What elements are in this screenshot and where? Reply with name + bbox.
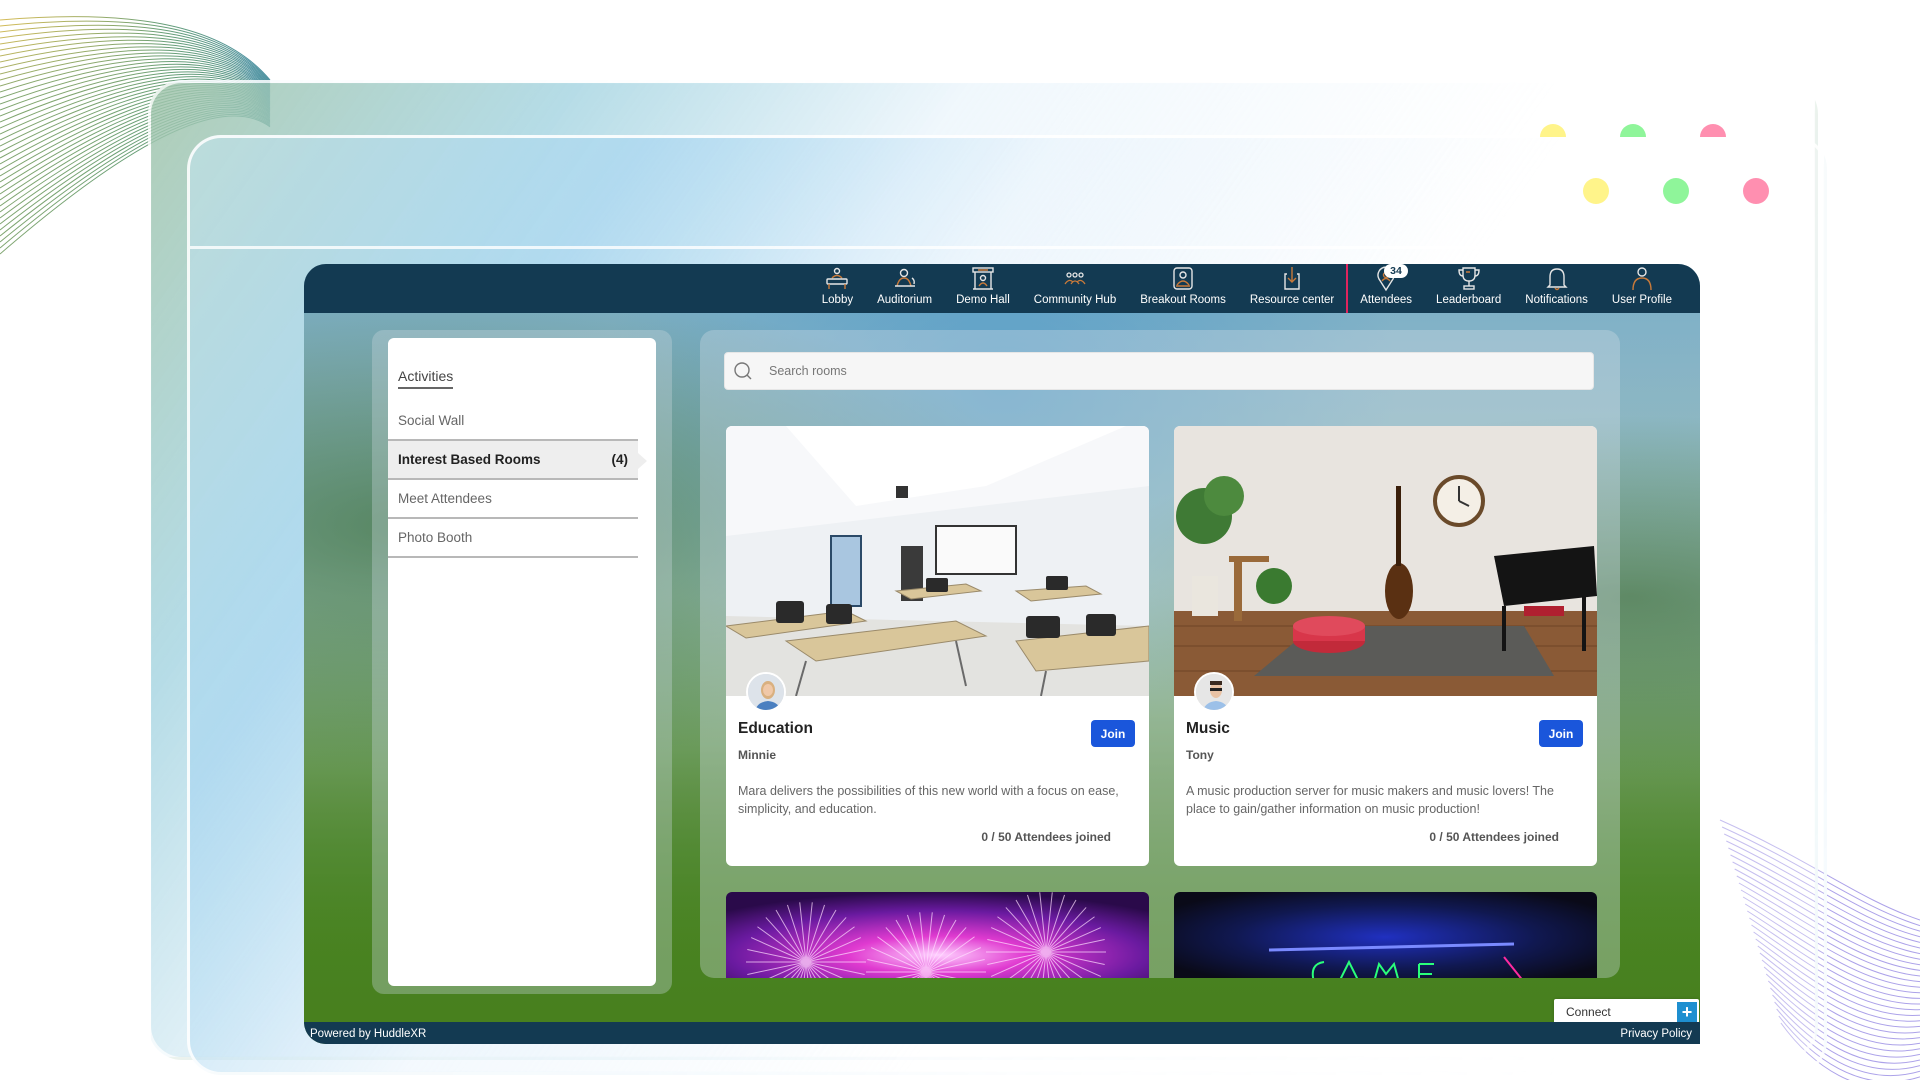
screenshot-stage: Lobby Auditorium Demo Hall Community Hub… — [0, 0, 1920, 1080]
powered-by-text: Powered by HuddleXR — [310, 1028, 427, 1040]
room-image-classroom — [726, 426, 1149, 696]
room-card-education[interactable]: Education Minnie Mara delivers the possi… — [726, 426, 1149, 866]
activities-sidebar: Activities Social Wall Interest Based Ro… — [388, 338, 656, 986]
sidebar-item-label: Social Wall — [398, 413, 465, 428]
nav-label: Lobby — [821, 294, 854, 306]
user-icon — [1632, 267, 1652, 291]
sidebar-item-label: Meet Attendees — [398, 491, 492, 506]
dot-pink — [1743, 178, 1769, 204]
join-button[interactable]: Join — [1091, 720, 1135, 747]
nav-item-community-hub[interactable]: Community Hub — [1022, 266, 1128, 313]
neon-sign-image — [1174, 892, 1597, 978]
nav-item-leaderboard[interactable]: Leaderboard — [1424, 266, 1513, 313]
footer-bar: Powered by HuddleXR Privacy Policy — [304, 1022, 1700, 1044]
breakout-room-icon — [1173, 267, 1193, 290]
room-title: Education — [738, 720, 813, 737]
search-bar[interactable] — [724, 352, 1594, 390]
room-description: A music production server for music make… — [1186, 784, 1554, 816]
nav-label: Attendees — [1360, 294, 1413, 306]
search-input[interactable] — [769, 364, 1569, 378]
search-icon — [734, 362, 752, 380]
room-card-partial-neon-sign[interactable] — [1174, 892, 1597, 978]
sidebar-item-label: Interest Based Rooms — [398, 452, 541, 467]
sidebar-item-social-wall[interactable]: Social Wall — [388, 402, 638, 441]
background-window-divider — [190, 246, 1790, 249]
sidebar-list: Social Wall Interest Based Rooms (4) Mee… — [388, 402, 647, 558]
host-avatar — [746, 672, 786, 712]
nav-item-resource-center[interactable]: Resource center — [1238, 266, 1346, 313]
top-navbar: Lobby Auditorium Demo Hall Community Hub… — [304, 264, 1700, 313]
classroom-illustration — [726, 426, 1149, 696]
room-host: Minnie — [738, 748, 776, 762]
music-room-illustration — [1174, 426, 1597, 696]
app-window: Lobby Auditorium Demo Hall Community Hub… — [304, 264, 1700, 1044]
room-description: Mara delivers the possibilities of this … — [738, 784, 1119, 816]
room-title: Music — [1186, 720, 1230, 737]
sidebar-item-meet-attendees[interactable]: Meet Attendees — [388, 480, 638, 519]
sidebar-title: Activities — [398, 368, 454, 389]
dot-yellow-half — [1540, 124, 1566, 137]
nav-item-lobby[interactable]: Lobby — [810, 266, 865, 313]
nav-label: Breakout Rooms — [1140, 294, 1226, 306]
dot-pink-half — [1700, 124, 1726, 137]
room-attendee-count: 0 / 50 Attendees joined — [981, 830, 1111, 844]
sidebar-item-interest-based-rooms[interactable]: Interest Based Rooms (4) — [388, 441, 647, 480]
dot-green — [1663, 178, 1689, 204]
fireworks-image — [726, 892, 1149, 978]
trophy-icon — [1457, 267, 1480, 290]
room-card-music[interactable]: Music Tony A music production server for… — [1174, 426, 1597, 866]
nav-label: User Profile — [1611, 294, 1672, 306]
lobby-desk-icon — [826, 267, 849, 289]
bell-icon — [1545, 268, 1568, 291]
demo-booth-icon — [972, 267, 994, 290]
connect-label: Connect — [1566, 1004, 1611, 1019]
nav-label: Leaderboard — [1436, 294, 1502, 306]
nav-item-user-profile[interactable]: User Profile — [1600, 266, 1684, 313]
dot-yellow — [1583, 178, 1609, 204]
room-card-partial-fireworks[interactable] — [726, 892, 1149, 978]
nav-item-attendees[interactable]: 34 Attendees — [1348, 264, 1424, 313]
room-host: Tony — [1186, 748, 1214, 762]
nav-label: Demo Hall — [956, 294, 1010, 306]
sidebar-item-label: Photo Booth — [398, 530, 473, 545]
rooms-panel: Education Minnie Mara delivers the possi… — [700, 330, 1620, 978]
dot-green-half — [1620, 124, 1646, 137]
nav-label: Auditorium — [877, 294, 933, 306]
sidebar-item-count: (4) — [611, 452, 629, 467]
nav-label: Notifications — [1525, 294, 1588, 306]
room-image-music-room — [1174, 426, 1597, 696]
download-box-icon — [1284, 267, 1300, 290]
nav-item-breakout-rooms[interactable]: Breakout Rooms — [1128, 266, 1238, 313]
join-button[interactable]: Join — [1539, 720, 1583, 747]
nav-label: Resource center — [1249, 294, 1335, 306]
connect-widget[interactable]: Connect + — [1554, 999, 1699, 1024]
sidebar-item-photo-booth[interactable]: Photo Booth — [388, 519, 638, 558]
nav-item-auditorium[interactable]: Auditorium — [865, 266, 944, 313]
auditorium-speaker-icon — [894, 268, 915, 287]
attendees-count-badge: 34 — [1384, 264, 1408, 278]
window-control-dots — [1540, 120, 1780, 210]
nav-item-notifications[interactable]: Notifications — [1513, 266, 1600, 313]
nav-item-demo-hall[interactable]: Demo Hall — [944, 266, 1022, 313]
privacy-policy-link[interactable]: Privacy Policy — [1620, 1028, 1692, 1040]
nav-label: Community Hub — [1033, 294, 1117, 306]
plus-icon[interactable]: + — [1677, 1001, 1697, 1022]
host-avatar — [1194, 672, 1234, 712]
community-group-icon — [1064, 272, 1086, 285]
room-attendee-count: 0 / 50 Attendees joined — [1429, 830, 1559, 844]
